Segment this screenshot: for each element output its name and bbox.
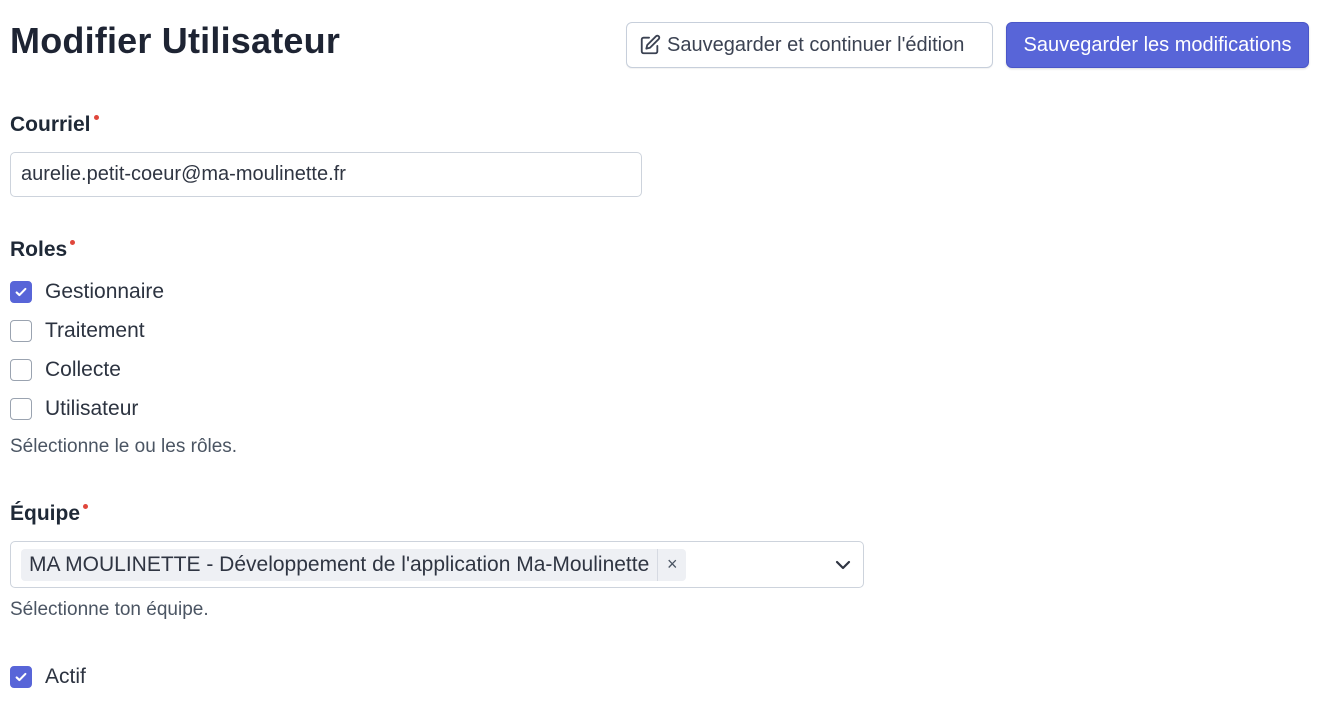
save-and-continue-label: Sauvegarder et continuer l'édition bbox=[667, 33, 965, 56]
remove-team-button[interactable]: × bbox=[657, 548, 686, 581]
team-label: Équipe bbox=[10, 502, 89, 526]
edit-icon bbox=[639, 34, 661, 56]
role-label-utilisateur: Utilisateur bbox=[45, 397, 139, 420]
active-option[interactable]: Actif bbox=[10, 664, 86, 690]
role-checkbox-utilisateur[interactable] bbox=[10, 398, 32, 420]
required-indicator bbox=[83, 504, 89, 509]
team-help-text: Sélectionne ton équipe. bbox=[10, 599, 209, 620]
role-option-collecte[interactable]: Collecte bbox=[10, 357, 121, 383]
team-label-text: Équipe bbox=[10, 502, 81, 525]
roles-help-text: Sélectionne le ou les rôles. bbox=[10, 436, 238, 457]
roles-label: Roles bbox=[10, 238, 76, 262]
save-and-continue-button[interactable]: Sauvegarder et continuer l'édition bbox=[626, 22, 993, 68]
required-indicator bbox=[93, 115, 99, 120]
email-label: Courriel bbox=[10, 113, 99, 137]
active-checkbox[interactable] bbox=[10, 666, 32, 688]
team-select[interactable]: MA MOULINETTE - Développement de l'appli… bbox=[10, 541, 864, 588]
check-icon bbox=[15, 287, 27, 297]
role-checkbox-traitement[interactable] bbox=[10, 320, 32, 342]
check-icon bbox=[15, 672, 27, 682]
role-option-utilisateur[interactable]: Utilisateur bbox=[10, 396, 138, 422]
role-option-traitement[interactable]: Traitement bbox=[10, 318, 145, 344]
save-button[interactable]: Sauvegarder les modifications bbox=[1006, 22, 1309, 68]
required-indicator bbox=[70, 240, 76, 245]
role-checkbox-gestionnaire[interactable] bbox=[10, 281, 32, 303]
role-label-collecte: Collecte bbox=[45, 358, 121, 381]
roles-label-text: Roles bbox=[10, 238, 68, 261]
role-label-traitement: Traitement bbox=[45, 319, 145, 342]
chevron-down-icon[interactable] bbox=[833, 555, 853, 575]
role-checkbox-collecte[interactable] bbox=[10, 359, 32, 381]
email-input[interactable] bbox=[10, 152, 642, 197]
page-title: Modifier Utilisateur bbox=[10, 20, 341, 61]
team-selected-value: MA MOULINETTE - Développement de l'appli… bbox=[29, 552, 650, 576]
email-label-text: Courriel bbox=[10, 113, 91, 136]
role-option-gestionnaire[interactable]: Gestionnaire bbox=[10, 279, 164, 305]
role-label-gestionnaire: Gestionnaire bbox=[45, 280, 165, 303]
team-selected-tag: MA MOULINETTE - Développement de l'appli… bbox=[21, 548, 687, 581]
edit-user-page: Modifier Utilisateur Sauvegarder et cont… bbox=[0, 0, 1325, 702]
active-label: Actif bbox=[45, 665, 86, 688]
